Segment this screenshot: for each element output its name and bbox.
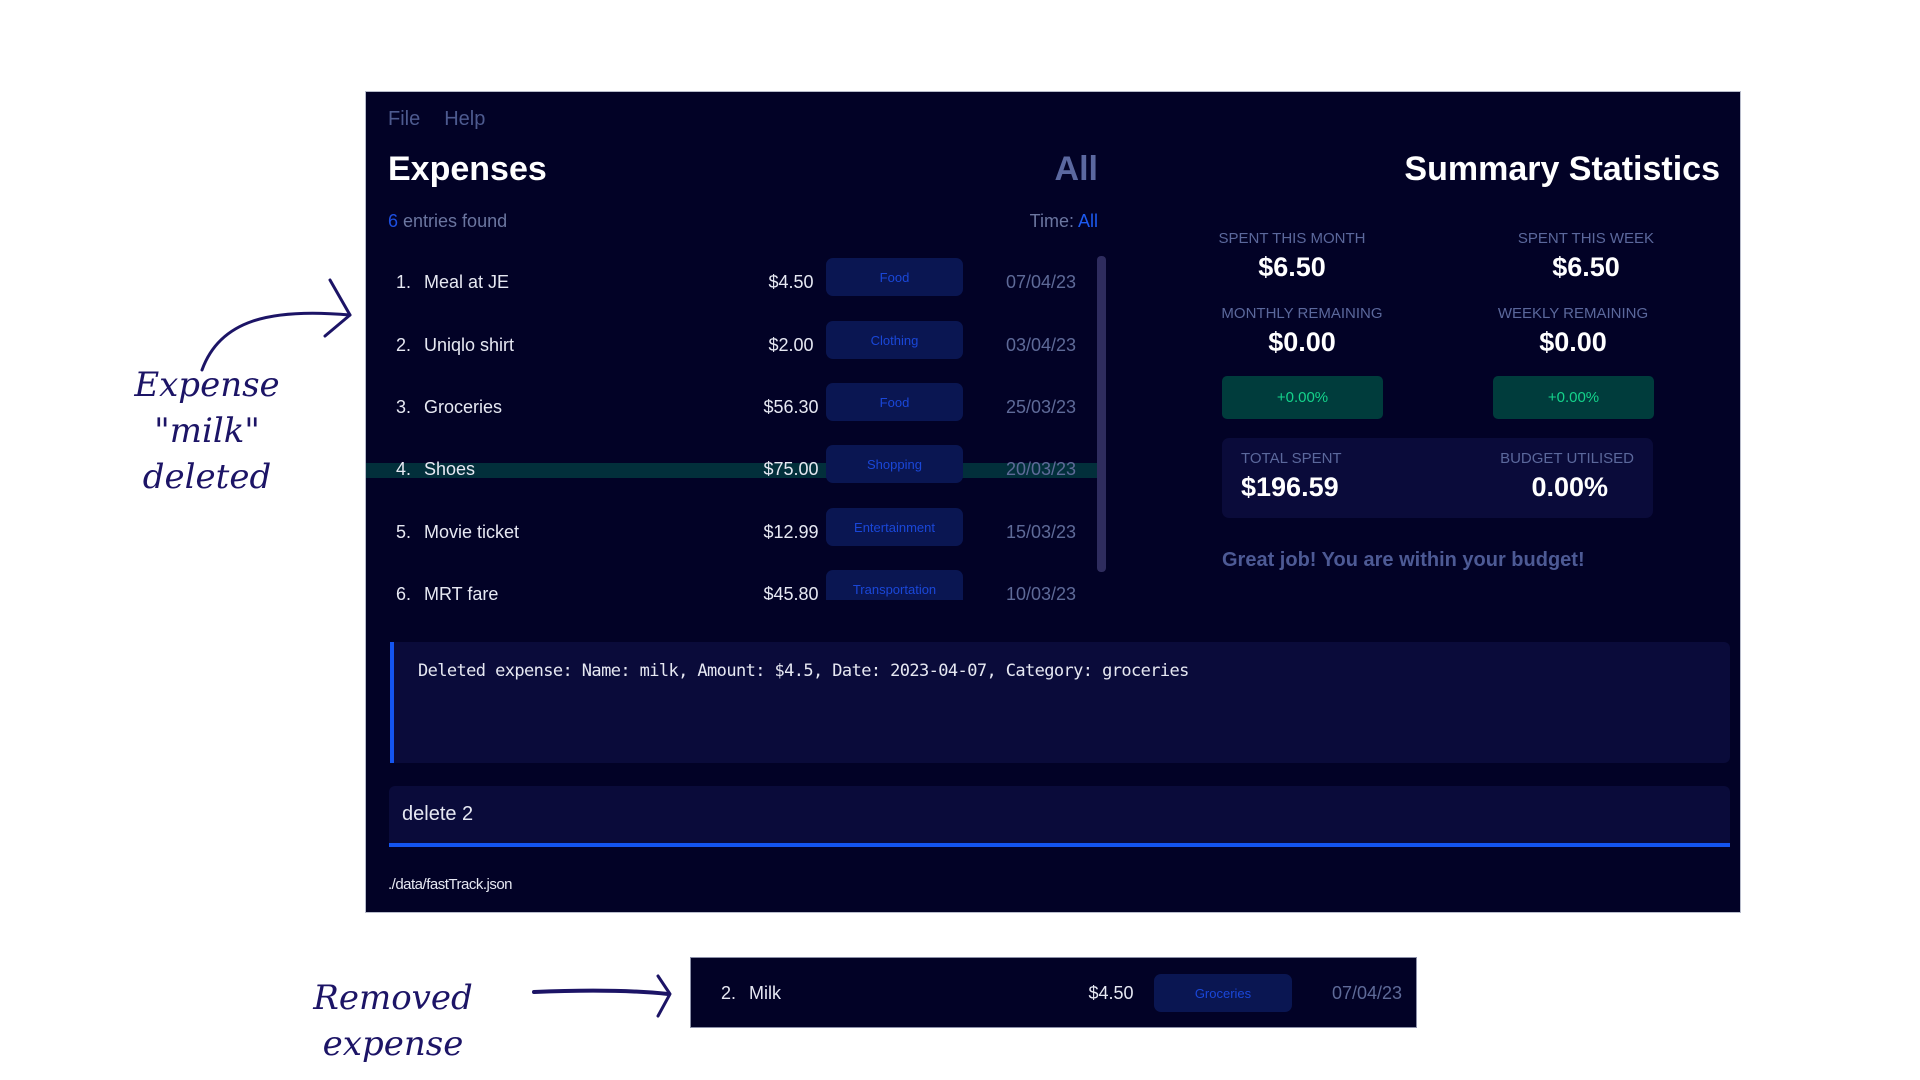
arrow-right-icon [532, 974, 672, 1018]
expenses-title: Expenses [388, 150, 547, 188]
category-tag: Shopping [826, 445, 963, 483]
expense-list-scrollbar[interactable] [1097, 256, 1106, 572]
time-filter-label: Time: [1029, 211, 1074, 231]
expense-row[interactable]: 5. Movie ticket $12.99 Entertainment 15/… [366, 502, 1098, 564]
entries-suffix: entries found [403, 211, 508, 231]
spent-month-label: SPENT THIS MONTH [1218, 230, 1366, 247]
menu-file[interactable]: File [388, 108, 420, 131]
expense-row[interactable]: 3. Groceries $56.30 Food 25/03/23 [366, 377, 1098, 439]
removed-expense-date: 07/04/23 [1332, 983, 1403, 1003]
expense-index: 6. [396, 584, 412, 600]
total-spent-card: TOTAL SPENT $196.59 BUDGET UTILISED 0.00… [1222, 438, 1653, 518]
summary-title: Summary Statistics [1404, 150, 1720, 188]
expense-name: Meal at JE [424, 272, 510, 292]
expense-index: 3. [396, 397, 412, 417]
budget-message: Great job! You are within your budget! [1222, 549, 1585, 571]
expense-name: Groceries [424, 397, 503, 417]
result-text: Deleted expense: Name: milk, Amount: $4.… [418, 661, 1189, 681]
total-spent-value: $196.59 [1241, 472, 1339, 502]
curved-arrow-icon [200, 278, 352, 372]
removed-expense-category-tag: Groceries [1154, 974, 1292, 1012]
total-spent-label: TOTAL SPENT [1241, 450, 1342, 467]
removed-expense-name: Milk [749, 983, 781, 1003]
category-tag: Clothing [826, 321, 963, 359]
expense-index: 4. [396, 459, 412, 479]
expense-index: 5. [396, 522, 412, 542]
expense-date: 20/03/23 [1006, 459, 1077, 479]
expense-name: Uniqlo shirt [424, 335, 515, 355]
expense-date: 15/03/23 [1006, 522, 1077, 542]
entries-found: 6 entries found [388, 211, 507, 232]
category-tag: Transportation [826, 570, 963, 600]
time-filter: Time: All [1030, 211, 1098, 232]
removed-expense-card: 2. Milk $4.50 Groceries 07/04/23 [690, 957, 1417, 1028]
category-filter-label: All [1054, 150, 1098, 188]
expense-index: 1. [396, 272, 412, 292]
category-tag: Food [826, 258, 963, 296]
spent-week-value: $6.50 [1552, 252, 1620, 282]
expense-name: Movie ticket [424, 522, 520, 542]
expense-row[interactable]: 2. Uniqlo shirt $2.00 Clothing 03/04/23 [366, 315, 1098, 377]
time-filter-value: All [1077, 211, 1098, 231]
removed-expense-index: 2. [721, 983, 737, 1003]
menu-help[interactable]: Help [444, 108, 485, 131]
command-box[interactable] [389, 786, 1730, 847]
spent-week-label: SPENT THIS WEEK [1517, 230, 1655, 247]
weekly-remaining-label: WEEKLY REMAINING [1497, 305, 1649, 322]
expense-row[interactable]: 1. Meal at JE $4.50 Food 07/04/23 [366, 252, 1098, 314]
category-tag: Entertainment [826, 508, 963, 546]
category-tag: Food [826, 383, 963, 421]
expense-index: 2. [396, 335, 412, 355]
budget-utilised-value: 0.00% [1531, 472, 1608, 502]
annotation-deleted-line2: deleted [142, 457, 272, 497]
app-window: File Help Expenses All Summary Statistic… [365, 91, 1741, 913]
weekly-remaining-value: $0.00 [1539, 327, 1607, 357]
spent-month-value: $6.50 [1258, 252, 1326, 282]
status-bar-path: ./data/fastTrack.json [388, 876, 513, 893]
annotation-deleted-note: Expense "milk" deleted [92, 362, 322, 500]
expense-name: Shoes [424, 459, 476, 479]
budget-utilised-label: BUDGET UTILISED [1500, 450, 1634, 467]
expense-date: 10/03/23 [1006, 584, 1077, 600]
result-display: Deleted expense: Name: milk, Amount: $4.… [390, 642, 1730, 763]
weekly-change-badge: +0.00% [1493, 376, 1654, 419]
expense-row[interactable]: 4. Shoes $75.00 Shopping 20/03/23 [366, 439, 1098, 501]
expense-row[interactable]: 6. MRT fare $45.80 Transportation 10/03/… [366, 564, 1098, 600]
expense-date: 25/03/23 [1006, 397, 1077, 417]
monthly-remaining-value: $0.00 [1268, 327, 1336, 357]
annotation-removed-note: Removed expense [313, 978, 473, 1064]
expense-list[interactable]: 1. Meal at JE $4.50 Food 07/04/23 2. Uni… [366, 252, 1098, 600]
menu-bar: File Help [388, 108, 485, 131]
expense-name: MRT fare [424, 584, 499, 600]
expense-date: 03/04/23 [1006, 335, 1077, 355]
monthly-change-badge: +0.00% [1222, 376, 1383, 419]
command-input[interactable] [389, 786, 1730, 843]
expense-date: 07/04/23 [1006, 272, 1077, 292]
monthly-remaining-label: MONTHLY REMAINING [1221, 305, 1383, 322]
entries-count: 6 [388, 211, 399, 231]
